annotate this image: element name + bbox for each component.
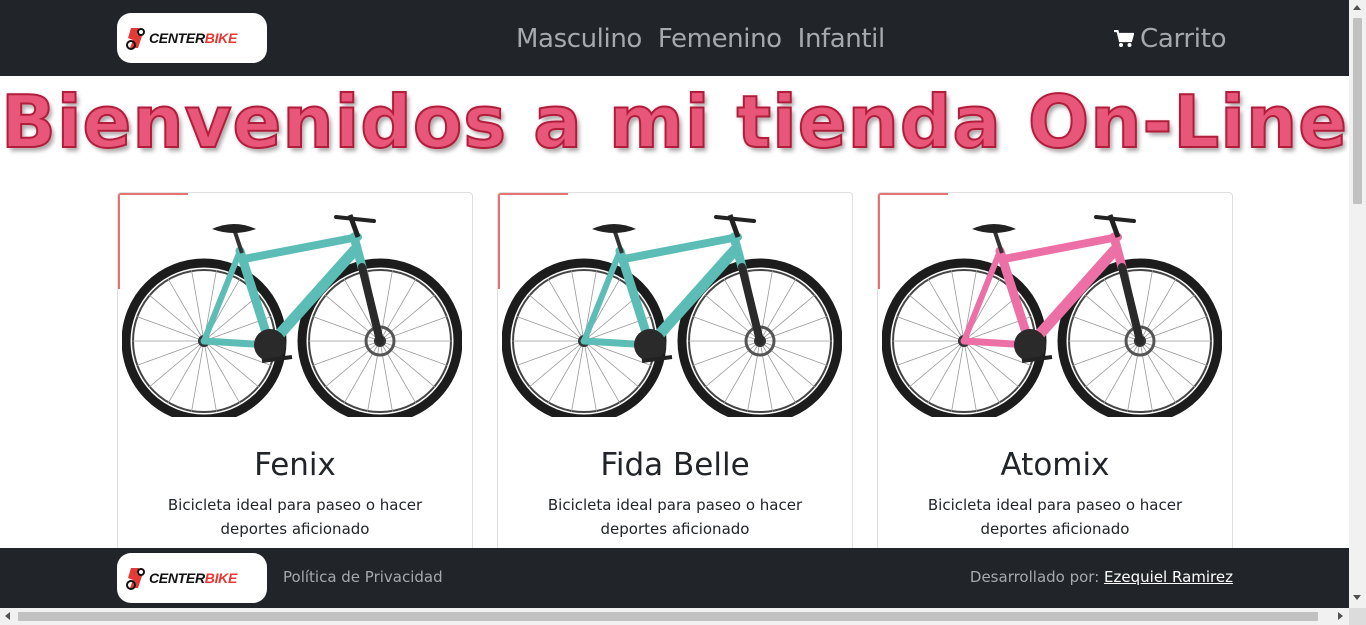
main-nav: Masculino Femenino Infantil — [516, 22, 901, 56]
cart-link[interactable]: Carrito — [1114, 22, 1227, 56]
frame — [200, 214, 384, 363]
top-navbar: CENTERBIKE Masculino Femenino Infantil C… — [0, 0, 1349, 76]
scroll-right-icon[interactable] — [1338, 612, 1343, 620]
product-description: Bicicleta ideal para paseo o hacer depor… — [547, 496, 803, 538]
scroll-up-icon[interactable] — [1353, 5, 1361, 10]
page-title: Bienvenidos a mi tienda On-Line — [0, 79, 1349, 165]
credit-prefix: Desarrollado por: — [969, 568, 1100, 586]
product-title: Fida Belle — [600, 447, 750, 483]
bike-logo-icon — [126, 28, 145, 50]
frame — [960, 214, 1144, 363]
product-title: Fenix — [254, 447, 336, 483]
developer-link[interactable]: Ezequiel Ramirez — [1104, 568, 1233, 586]
footer-brand-logo[interactable]: CENTERBIKE — [117, 553, 267, 603]
nav-link-infantil[interactable]: Infantil — [798, 22, 886, 56]
developer-credit: Desarrollado por: Ezequiel Ramirez — [970, 568, 1233, 586]
scroll-down-icon[interactable] — [1353, 595, 1361, 600]
brand-wordmark: CENTERBIKE — [149, 30, 238, 46]
mountain-bike-image — [122, 214, 462, 417]
horizontal-scroll-thumb[interactable] — [18, 612, 1318, 621]
card-accent-line — [498, 193, 568, 195]
cart-label: Carrito — [1140, 24, 1227, 54]
scrollbar-corner — [1349, 608, 1366, 625]
product-title: Atomix — [1000, 447, 1110, 483]
nav-link-masculino[interactable]: Masculino — [516, 22, 642, 56]
mountain-bike-image — [502, 214, 842, 417]
card-accent-line — [118, 193, 188, 195]
product-description: Bicicleta ideal para paseo o hacer depor… — [927, 496, 1183, 538]
card-accent-line — [498, 193, 500, 289]
vertical-scrollbar[interactable] — [1349, 0, 1366, 608]
product-description: Bicicleta ideal para paseo o hacer depor… — [167, 496, 423, 538]
privacy-policy-link[interactable]: Política de Privacidad — [283, 568, 443, 586]
horizontal-scrollbar[interactable] — [0, 608, 1349, 625]
product-card: Fenix Bicicleta ideal para paseo o hacer… — [117, 192, 473, 572]
product-card: Fida Belle Bicicleta ideal para paseo o … — [497, 192, 853, 572]
footer: CENTERBIKE Política de Privacidad Desarr… — [0, 548, 1349, 608]
vertical-scroll-thumb[interactable] — [1353, 18, 1362, 204]
shopping-cart-icon — [1114, 30, 1134, 47]
card-accent-line — [118, 193, 120, 289]
card-accent-line — [878, 193, 880, 289]
brand-logo[interactable]: CENTERBIKE — [117, 13, 267, 63]
bike-logo-icon — [126, 568, 145, 590]
card-accent-line — [878, 193, 948, 195]
nav-link-femenino[interactable]: Femenino — [658, 22, 782, 56]
brand-wordmark: CENTERBIKE — [149, 570, 238, 586]
frame — [580, 214, 764, 363]
product-card: Atomix Bicicleta ideal para paseo o hace… — [877, 192, 1233, 572]
scroll-left-icon[interactable] — [5, 612, 10, 620]
mountain-bike-image — [882, 214, 1222, 417]
